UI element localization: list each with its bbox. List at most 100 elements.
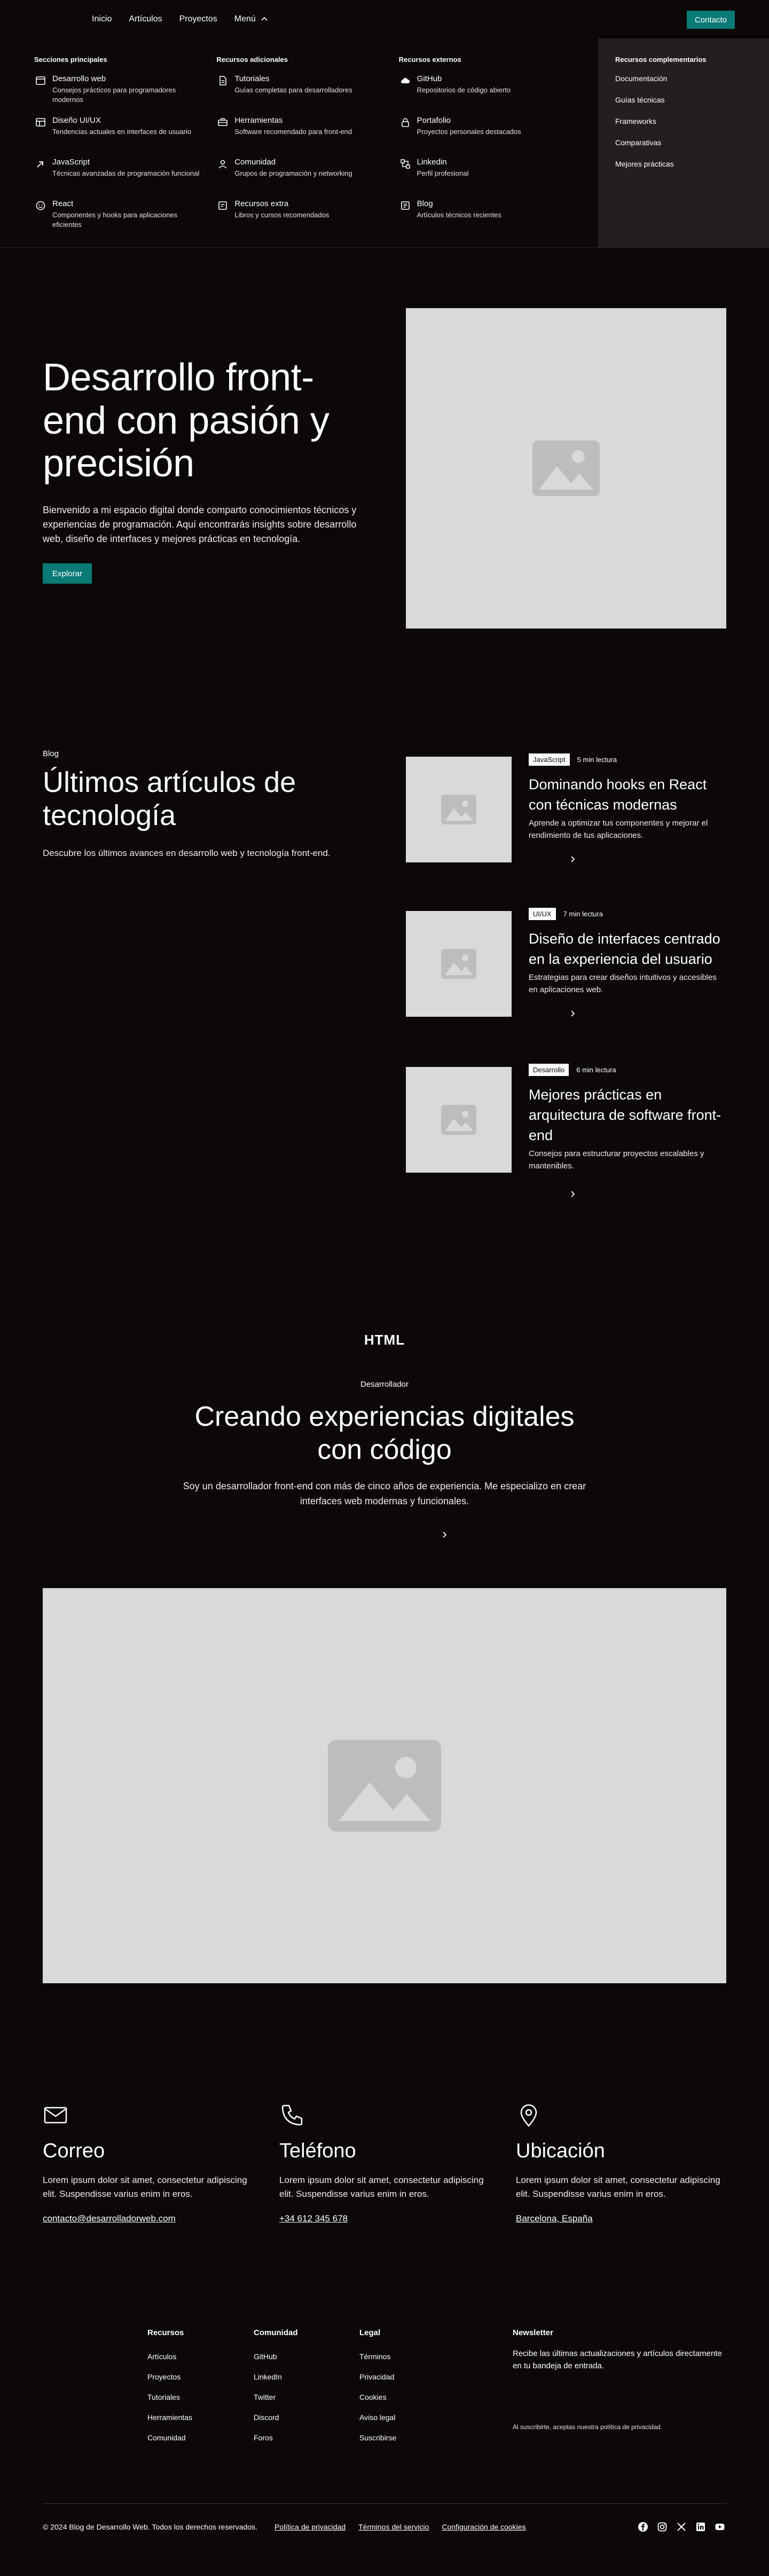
facebook-icon[interactable] <box>637 2520 649 2533</box>
mega-item-javascript[interactable]: JavaScript Técnicas avanzadas de programa… <box>34 158 199 186</box>
arrow-icon <box>34 158 47 170</box>
location-icon <box>520 2104 537 2127</box>
mail-icon <box>44 2107 67 2124</box>
post-read-time: 5 min lectura <box>577 756 617 764</box>
post-title[interactable]: Diseño de interfaces centrado en la expe… <box>529 929 726 970</box>
blog-post-card[interactable]: Desarrollo 6 min lectura Mejores práctic… <box>406 1064 726 1197</box>
nav-links: Inicio Artículos Proyectos Menú <box>92 0 269 38</box>
footer-link[interactable]: Proyectos <box>147 2373 192 2381</box>
image-placeholder-icon <box>532 441 600 496</box>
footer-link[interactable]: LinkedIn <box>254 2373 298 2381</box>
mega-item-desc: Artículos técnicos recientes <box>417 211 501 219</box>
linkedin-icon[interactable] <box>694 2520 707 2533</box>
mega-item-comunidad[interactable]: Comunidad Grupos de programación y networ… <box>216 158 381 186</box>
mega-item-github[interactable]: GitHub Repositorios de código abierto <box>399 74 564 103</box>
footer-link[interactable]: Twitter <box>254 2393 298 2401</box>
footer-column-title: Recursos <box>147 2328 184 2337</box>
contact-location: Ubicación Lorem ipsum dolor sit amet, co… <box>516 2102 729 2224</box>
side-link-documentacion[interactable]: Documentación <box>615 74 752 83</box>
email-link[interactable]: contacto@desarrolladorweb.com <box>43 2213 176 2224</box>
footer-link[interactable]: Herramientas <box>147 2413 192 2422</box>
phone-link[interactable]: +34 612 345 678 <box>279 2213 348 2224</box>
mega-item-portafolio[interactable]: Portafolio Proyectos personales destacado… <box>399 116 564 145</box>
mega-item-desc: Consejos prácticos para programadores mo… <box>52 86 176 104</box>
footer-link[interactable]: Privacidad <box>359 2373 396 2381</box>
mega-item-tutoriales[interactable]: Tutoriales Guías completas para desarroll… <box>216 74 381 103</box>
footer-link[interactable]: Términos <box>359 2352 396 2361</box>
post-meta: Desarrollo 6 min lectura <box>529 1064 616 1076</box>
mega-item-title: Comunidad <box>234 158 276 167</box>
footer-link[interactable]: GitHub <box>254 2352 298 2361</box>
image-placeholder-icon <box>441 795 476 824</box>
footer-link[interactable]: Foros <box>254 2433 298 2442</box>
mega-item-title: Linkedin <box>417 158 447 167</box>
nav-link-articulos[interactable]: Artículos <box>129 14 162 24</box>
post-description: Aprende a optimizar tus componentes y me… <box>529 819 708 840</box>
contact-button[interactable]: Contacto <box>686 11 735 29</box>
cookie-settings-link[interactable]: Configuración de cookies <box>442 2523 525 2531</box>
mega-item-title: GitHub <box>417 74 442 83</box>
chevron-right-icon[interactable] <box>438 1528 451 1541</box>
mega-item-desc: Técnicas avanzadas de programación funci… <box>52 169 200 177</box>
top-navbar: Inicio Artículos Proyectos Menú Contacto <box>0 0 769 38</box>
post-title[interactable]: Mejores prácticas en arquitectura de sof… <box>529 1085 726 1145</box>
side-link-frameworks[interactable]: Frameworks <box>615 117 752 125</box>
mega-item-blog[interactable]: Blog Artículos técnicos recientes <box>399 199 564 228</box>
chevron-right-icon[interactable] <box>566 1188 579 1200</box>
side-link-mejores-practicas[interactable]: Mejores prácticas <box>615 160 752 168</box>
explore-button[interactable]: Explorar <box>43 563 92 584</box>
privacy-policy-link[interactable]: Política de privacidad <box>274 2523 346 2531</box>
mega-item-recursos-extra[interactable]: Recursos extra Libros y cursos recomendad… <box>216 199 381 228</box>
post-title[interactable]: Dominando hooks en React con técnicas mo… <box>529 775 726 815</box>
nav-link-proyectos[interactable]: Proyectos <box>179 14 217 24</box>
instagram-icon[interactable] <box>656 2520 669 2533</box>
side-link-comparativas[interactable]: Comparativas <box>615 138 752 147</box>
footer-divider <box>43 2503 726 2504</box>
nav-link-inicio[interactable]: Inicio <box>92 14 112 24</box>
mega-item-linkedin[interactable]: Linkedin Perfil profesional <box>399 158 564 186</box>
mega-menu: Secciones principales Desarrollo web Cons… <box>0 38 769 248</box>
document-icon <box>216 74 229 87</box>
mega-item-react[interactable]: React Componentes y hooks para aplicacion… <box>34 199 199 229</box>
mega-item-diseno-ui-ux[interactable]: Diseño UI/UX Tendencias actuales en inter… <box>34 116 199 145</box>
footer-link[interactable]: Aviso legal <box>359 2413 396 2422</box>
blog-post-card[interactable]: UI/UX 7 min lectura Diseño de interfaces… <box>406 908 726 1020</box>
footer-link[interactable]: Suscribirse <box>359 2433 396 2442</box>
footer-link[interactable]: Artículos <box>147 2352 192 2361</box>
footer-bottom-bar: © 2024 Blog de Desarrollo Web. Todos los… <box>43 2520 726 2533</box>
mega-item-title: Blog <box>417 199 433 208</box>
blog-title: Últimos artículos de tecnología <box>43 766 296 832</box>
cloud-icon <box>399 74 412 87</box>
terms-link[interactable]: Términos del servicio <box>358 2523 429 2531</box>
footer-link[interactable]: Comunidad <box>147 2433 192 2442</box>
contact-title: Teléfono <box>279 2140 356 2162</box>
x-icon[interactable] <box>675 2520 688 2533</box>
mega-item-title: Diseño UI/UX <box>52 116 101 125</box>
newsletter-privacy-note: Al suscribirte, aceptas nuestra política… <box>513 2423 663 2431</box>
youtube-icon[interactable] <box>713 2520 726 2533</box>
footer-link[interactable]: Tutoriales <box>147 2393 192 2401</box>
lock-icon <box>399 116 412 129</box>
copyright: © 2024 Blog de Desarrollo Web. Todos los… <box>43 2523 258 2531</box>
side-link-guias-tecnicas[interactable]: Guías técnicas <box>615 96 752 104</box>
atom-icon <box>34 199 47 212</box>
mega-item-desc: Grupos de programación y networking <box>234 169 352 177</box>
nav-menu-dropdown[interactable]: Menú <box>234 14 269 24</box>
mega-item-desc: Repositorios de código abierto <box>417 86 511 94</box>
blog-post-card[interactable]: JavaScript 5 min lectura Dominando hooks… <box>406 753 726 866</box>
mega-column-principales: Secciones principales Desarrollo web Cons… <box>34 56 199 230</box>
mega-item-herramientas[interactable]: Herramientas Software recomendado para fr… <box>216 116 381 145</box>
mega-item-title: JavaScript <box>52 158 90 167</box>
footer-link[interactable]: Cookies <box>359 2393 396 2401</box>
about-image <box>43 1588 726 1983</box>
mega-menu-side-panel: Recursos complementarios Documentación G… <box>598 38 769 247</box>
chevron-right-icon[interactable] <box>566 1007 579 1020</box>
location-link[interactable]: Barcelona, España <box>516 2213 593 2224</box>
footer-column-comunidad: Comunidad GitHub LinkedIn Twitter Discor… <box>254 2328 298 2454</box>
post-description: Estrategias para crear diseños intuitivo… <box>529 973 717 994</box>
footer-link[interactable]: Discord <box>254 2413 298 2422</box>
chevron-right-icon[interactable] <box>566 853 579 866</box>
newsletter-text: Recibe las últimas actualizaciones y art… <box>513 2349 722 2370</box>
mega-item-desarrollo-web[interactable]: Desarrollo web Consejos prácticos para pr… <box>34 74 199 104</box>
mega-item-title: Tutoriales <box>234 74 270 83</box>
